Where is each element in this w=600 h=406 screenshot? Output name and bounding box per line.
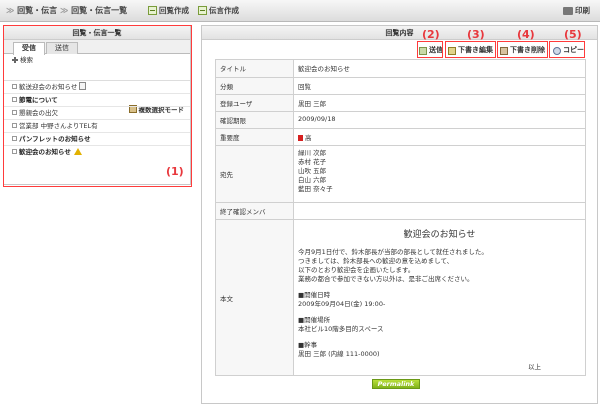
- date-value: 2009年09月04日(金) 19:00-: [298, 300, 386, 308]
- body-text: 今月9月1日付で、鈴木部長が当部の部長として就任されました。 つきましては、鈴木…: [298, 248, 581, 372]
- printer-icon: [563, 6, 573, 15]
- finished-value: [293, 202, 586, 220]
- circular-detail-panel: 回覧内容 送信 下書き編集 下書き削除 コピー タイトル 歓迎会のお知らせ 分類…: [201, 25, 598, 404]
- place-value: 本社ビル10階多目的スペース: [298, 325, 384, 333]
- annotation-label-4: (4): [517, 28, 535, 41]
- recipients-list: 緑川 次郎 赤村 花子 山吹 五郎 白山 六郎 藍田 奈々子: [293, 145, 586, 203]
- table-row: 終了確認メンバ: [215, 202, 586, 220]
- annotation-label-2: (2): [422, 28, 440, 41]
- row-label: 宛先: [215, 145, 294, 203]
- place-label: ■開催場所: [298, 316, 331, 324]
- annotation-box-5: [549, 41, 585, 58]
- admin-value: 黒田 三郎 (内線 111-0000): [298, 350, 380, 358]
- date-label: ■開催日時: [298, 291, 331, 299]
- admin-label: ■幹事: [298, 341, 318, 349]
- row-label: 登録ユーザ: [215, 94, 294, 112]
- breadcrumb-arrow-icon: ≫: [59, 6, 69, 15]
- row-label: 重要度: [215, 128, 294, 146]
- annotation-label-1: (1): [166, 165, 184, 178]
- table-row: 本文 歓迎会のお知らせ 今月9月1日付で、鈴木部長が当部の部長として就任されまし…: [215, 219, 586, 376]
- importance-value: 高: [293, 128, 586, 146]
- detail-table: タイトル 歓迎会のお知らせ 分類 回覧 登録ユーザ 黒田 三郎 確認期限 200…: [215, 59, 586, 376]
- table-row: 登録ユーザ 黒田 三郎: [215, 94, 586, 112]
- body-line: つきましては、鈴木部長への歓迎の意を込めまして、: [298, 257, 454, 265]
- table-row: 確認期限 2009/09/18: [215, 111, 586, 129]
- closing-text: 以上: [528, 363, 541, 371]
- recipient: 山吹 五郎: [298, 167, 327, 175]
- print-label: 印刷: [575, 6, 590, 15]
- row-label: 本文: [215, 219, 294, 376]
- row-label: 終了確認メンバ: [215, 202, 294, 220]
- recipient: 赤村 花子: [298, 158, 327, 166]
- circular-create-label: 回覧作成: [159, 6, 189, 15]
- category-value: 回覧: [293, 77, 586, 95]
- table-row: 重要度 高: [215, 128, 586, 146]
- row-label: タイトル: [215, 59, 294, 78]
- body-content: 歓迎会のお知らせ 今月9月1日付で、鈴木部長が当部の部長として就任されました。 …: [293, 219, 586, 376]
- new-document-icon: [148, 6, 157, 15]
- title-value: 歓迎会のお知らせ: [293, 59, 586, 78]
- table-row: 宛先 緑川 次郎 赤村 花子 山吹 五郎 白山 六郎 藍田 奈々子: [215, 145, 586, 203]
- annotation-label-5: (5): [564, 28, 582, 41]
- user-value: 黒田 三郎: [293, 94, 586, 112]
- table-row: タイトル 歓迎会のお知らせ: [215, 59, 586, 78]
- body-heading: 歓迎会のお知らせ: [403, 230, 476, 240]
- recipient: 緑川 次郎: [298, 149, 327, 157]
- recipient: 白山 六郎: [298, 176, 327, 184]
- breadcrumb: ≫ 回覧・伝言 ≫ 回覧・伝言一覧: [6, 5, 127, 16]
- table-row: 分類 回覧: [215, 77, 586, 95]
- circular-create-button[interactable]: 回覧作成: [148, 5, 189, 16]
- row-label: 確認期限: [215, 111, 294, 129]
- breadcrumb-item-circular[interactable]: 回覧・伝言: [17, 6, 57, 15]
- print-button[interactable]: 印刷: [563, 5, 590, 16]
- recipient: 藍田 奈々子: [298, 185, 333, 193]
- top-toolbar: ≫ 回覧・伝言 ≫ 回覧・伝言一覧 回覧作成 伝言作成 印刷: [0, 0, 600, 22]
- body-line: 今月9月1日付で、鈴木部長が当部の部長として就任されました。: [298, 248, 488, 256]
- annotation-box-2: [417, 41, 443, 58]
- annotation-box-3: [445, 41, 496, 58]
- body-line: 以下のとおり歓迎会を企画いたします。: [298, 266, 415, 274]
- message-create-label: 伝言作成: [209, 6, 239, 15]
- row-label: 分類: [215, 77, 294, 95]
- breadcrumb-item-list[interactable]: 回覧・伝言一覧: [71, 6, 127, 15]
- annotation-box-1: [3, 25, 192, 187]
- body-line: 業務の都合で参加できない方以外は、是非ご出席ください。: [298, 275, 474, 283]
- deadline-value: 2009/09/18: [293, 111, 586, 129]
- flag-icon: [298, 135, 303, 141]
- annotation-box-4: [497, 41, 548, 58]
- importance-text: 高: [305, 134, 312, 142]
- message-create-button[interactable]: 伝言作成: [198, 5, 239, 16]
- annotation-label-3: (3): [467, 28, 485, 41]
- new-message-icon: [198, 6, 207, 15]
- detail-panel-title: 回覧内容: [202, 26, 597, 40]
- breadcrumb-arrow-icon: ≫: [6, 6, 15, 15]
- permalink-button[interactable]: Permalink: [372, 379, 420, 389]
